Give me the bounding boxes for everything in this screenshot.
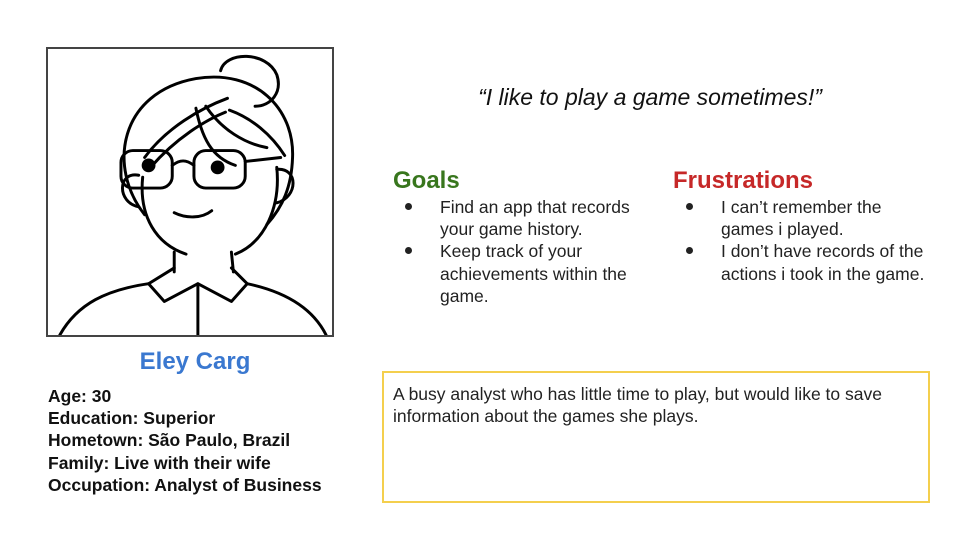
woman-with-glasses-illustration-icon — [58, 54, 328, 335]
goal-text: Find an app that records your game histo… — [440, 197, 630, 240]
goals-list: Find an app that records your game histo… — [405, 196, 640, 307]
persona-bio-text: A busy analyst who has little time to pl… — [393, 384, 882, 427]
persona-portrait — [46, 47, 334, 337]
frustration-item: I can’t remember the games i played. — [686, 196, 936, 240]
frustration-text: I can’t remember the games i played. — [721, 197, 882, 240]
bullet-icon — [686, 203, 693, 210]
persona-bio-box: A busy analyst who has little time to pl… — [382, 371, 930, 503]
bullet-icon — [686, 247, 693, 255]
frustrations-heading: Frustrations — [673, 167, 814, 194]
goal-text: Keep track of your achievements within t… — [440, 241, 627, 306]
goals-heading: Goals — [393, 167, 460, 194]
demographic-age: Age: 30 — [48, 386, 112, 406]
goal-item: Find an app that records your game histo… — [405, 196, 640, 240]
demographic-hometown: Hometown: São Paulo, Brazil — [48, 430, 291, 451]
demographic-education: Education: Superior — [48, 408, 216, 429]
demographic-family: Family: Live with their wife — [48, 452, 271, 473]
frustration-item: I don’t have records of the actions i to… — [686, 240, 936, 284]
goal-item: Keep track of your achievements within t… — [405, 240, 640, 307]
bullet-icon — [405, 247, 412, 255]
frustration-text: I don’t have records of the actions i to… — [721, 241, 925, 284]
demographic-occupation: Occupation: Analyst of Business — [48, 474, 322, 495]
persona-quote: “I like to play a game sometimes!” — [478, 84, 822, 110]
persona-name: Eley Carg — [139, 348, 251, 375]
bullet-icon — [405, 203, 412, 210]
demographics-list: Age: 30 Education: Superior Hometown: Sã… — [48, 385, 368, 496]
frustrations-list: I can’t remember the games i played. I d… — [686, 196, 936, 285]
